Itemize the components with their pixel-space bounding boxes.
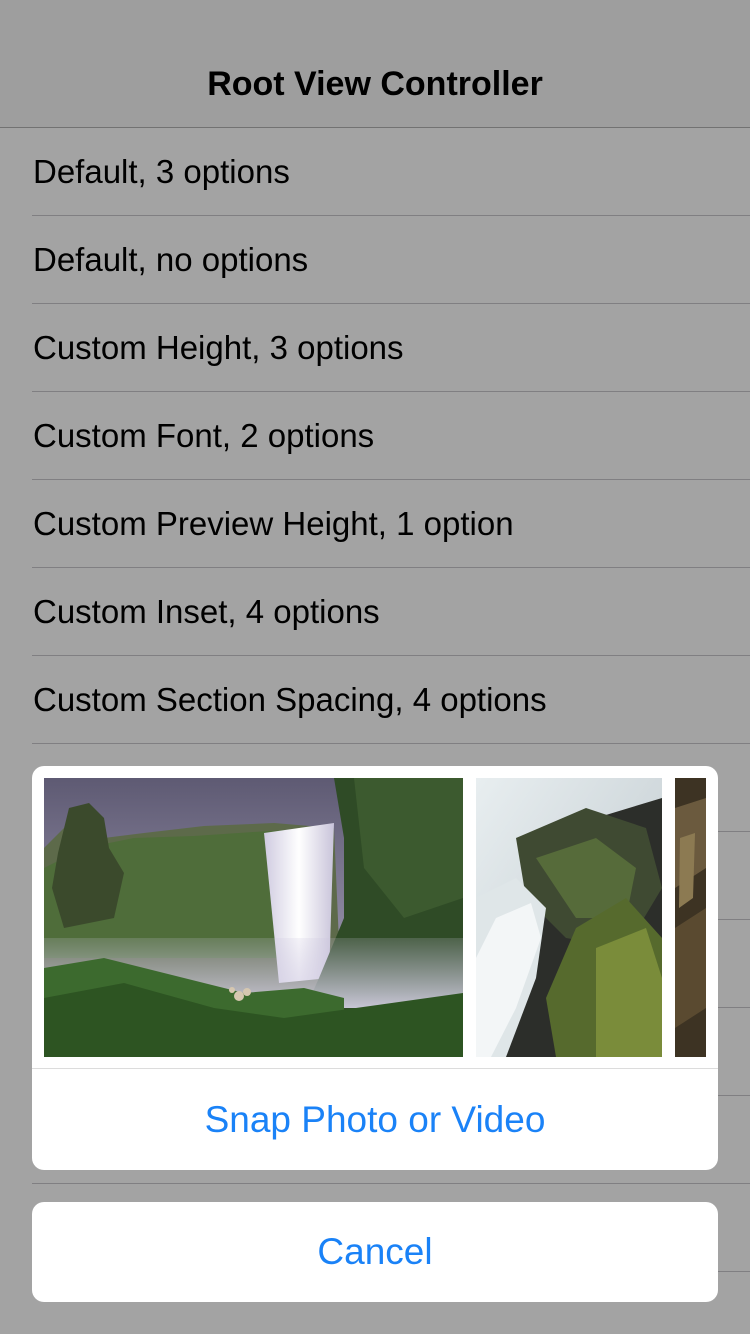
waterfall-landscape-photo[interactable] <box>44 778 463 1057</box>
action-sheet: Snap Photo or Video <box>32 766 718 1170</box>
snap-photo-button[interactable]: Snap Photo or Video <box>32 1069 718 1170</box>
partial-photo[interactable] <box>675 778 706 1057</box>
cancel-button[interactable]: Cancel <box>32 1202 718 1302</box>
waterfall-rocks-photo[interactable] <box>476 778 662 1057</box>
screen: Root View Controller Default, 3 options … <box>0 0 750 1334</box>
photo-preview-strip[interactable] <box>32 766 718 1069</box>
